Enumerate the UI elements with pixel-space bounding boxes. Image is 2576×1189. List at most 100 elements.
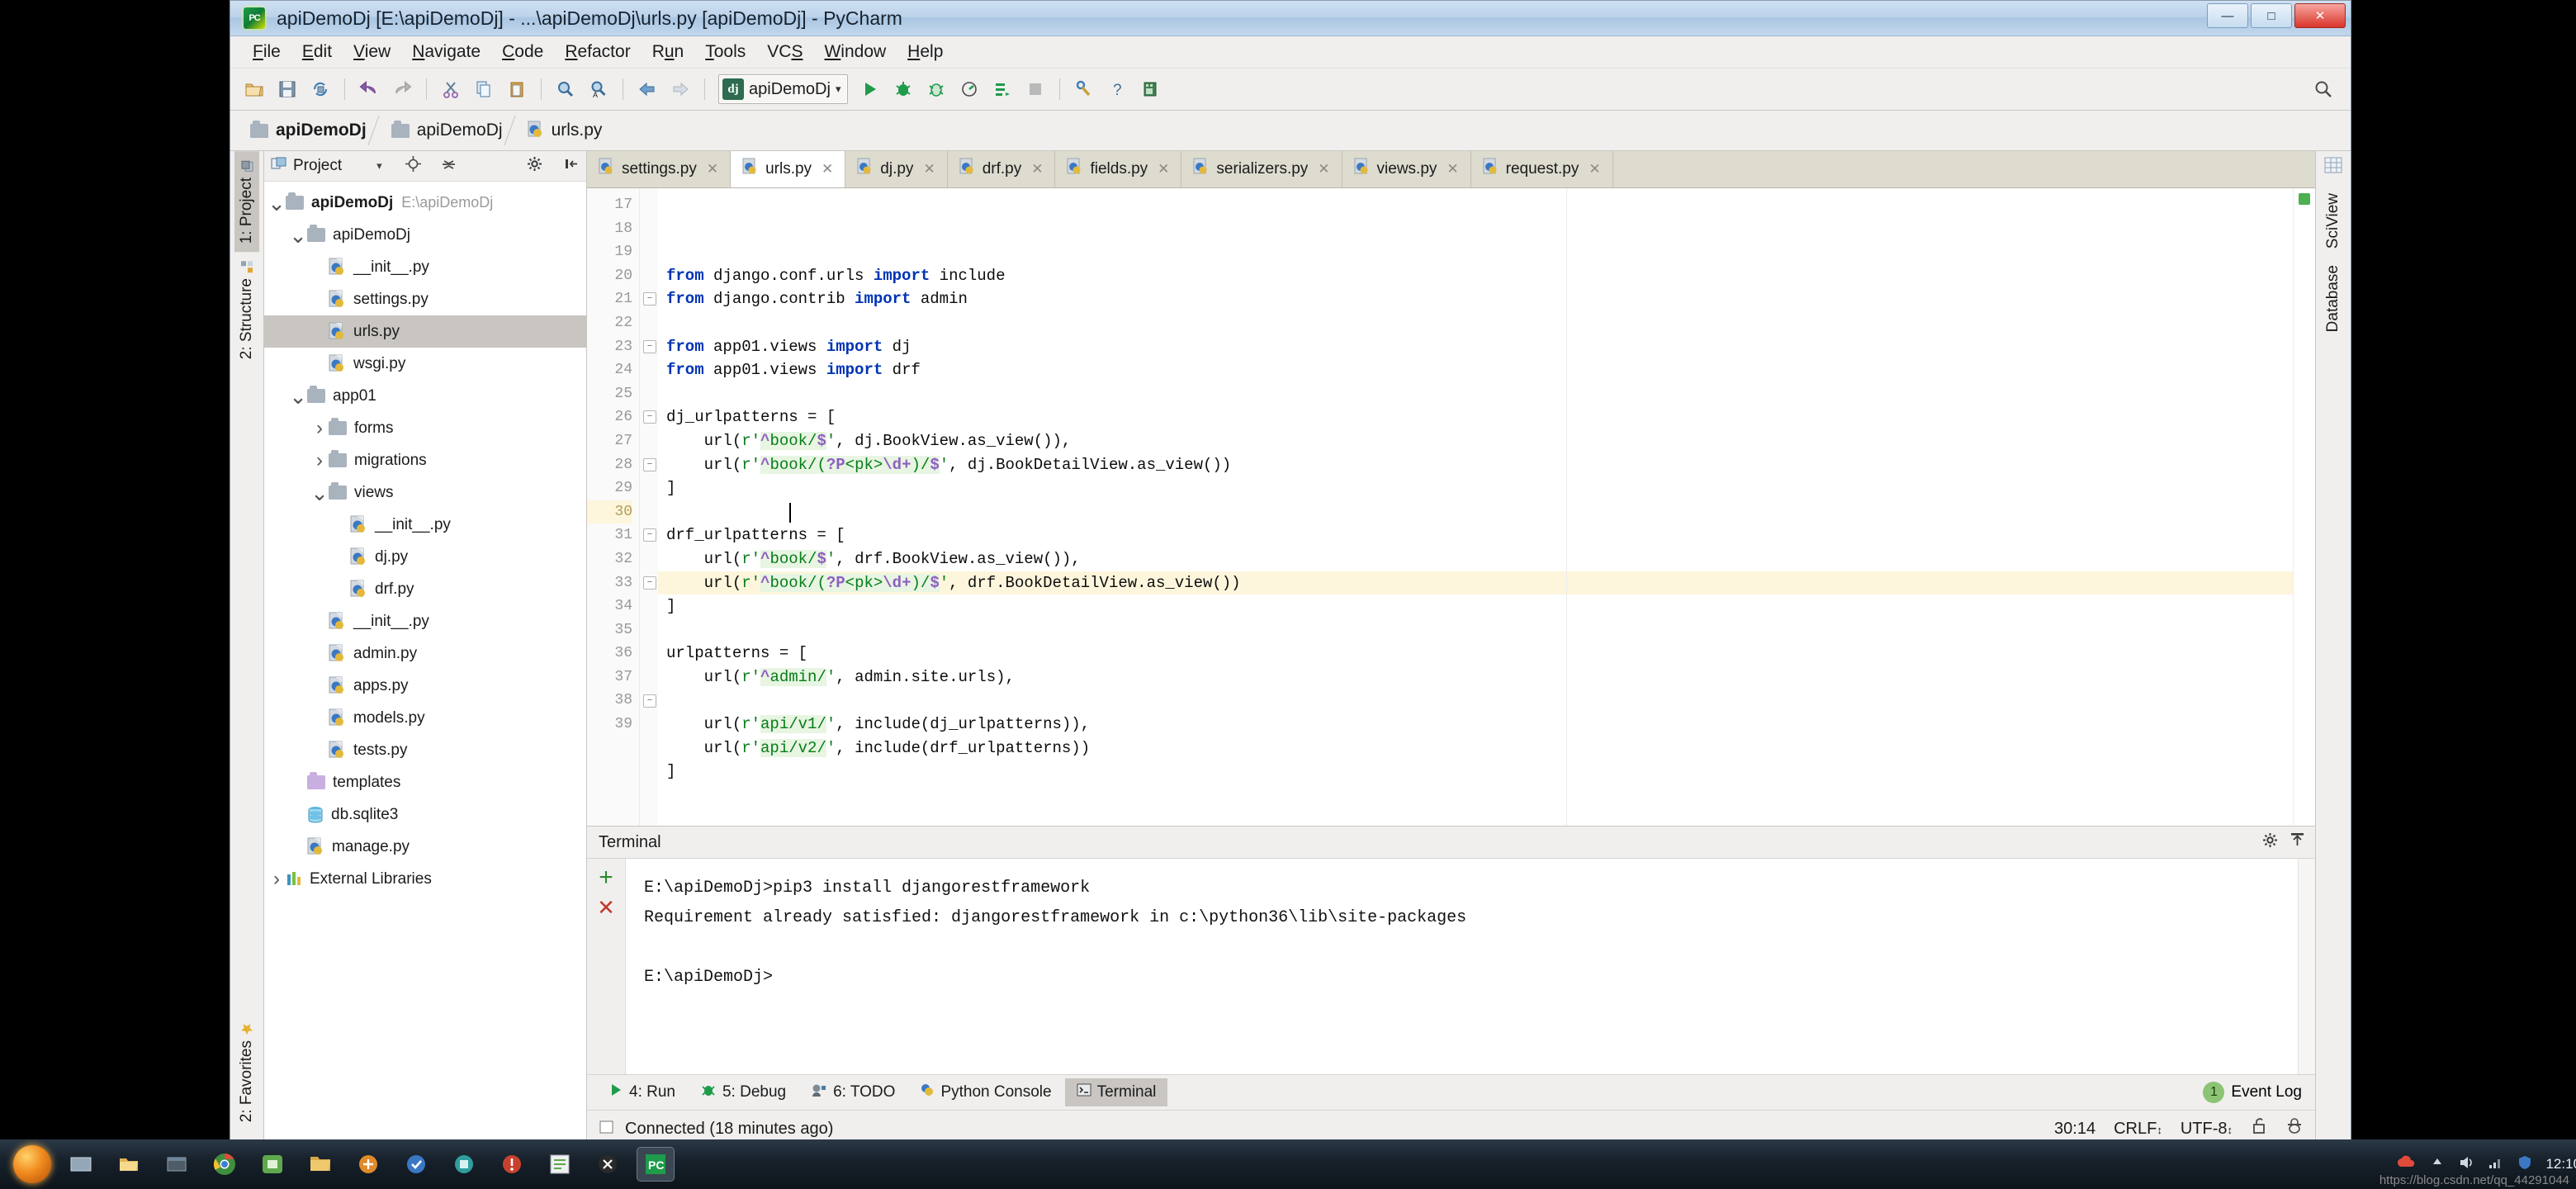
clock-time[interactable]: 12:10 xyxy=(2545,1156,2576,1172)
code-line[interactable]: ] xyxy=(658,760,2293,784)
folder-yellow-icon[interactable] xyxy=(302,1148,339,1181)
cut-icon[interactable] xyxy=(435,73,466,105)
close-button[interactable]: ✕ xyxy=(2294,3,2346,28)
chevron-down-icon[interactable]: ⌄ xyxy=(289,386,307,407)
back-icon[interactable] xyxy=(632,73,663,105)
editor-tab-urls-py[interactable]: urls.py ✕ xyxy=(731,151,846,187)
fold-marker[interactable]: − xyxy=(643,457,656,471)
tree-item[interactable]: › migrations xyxy=(264,444,586,476)
fold-marker[interactable]: − xyxy=(643,339,656,353)
menu-item-edit[interactable]: Edit xyxy=(291,40,343,64)
tool-window-button-5-debug[interactable]: 5: Debug xyxy=(689,1078,798,1106)
gear-icon[interactable] xyxy=(527,156,542,176)
help-icon[interactable]: ? xyxy=(1101,73,1133,105)
cloud-icon[interactable] xyxy=(2395,1154,2417,1175)
chrome-icon[interactable] xyxy=(206,1148,243,1181)
pycharm-icon[interactable]: PC xyxy=(637,1147,675,1182)
close-tab-icon[interactable]: ✕ xyxy=(1447,161,1458,178)
database-icon[interactable] xyxy=(1134,73,1166,105)
hide-icon[interactable] xyxy=(2290,832,2305,852)
code-line[interactable] xyxy=(658,500,2293,524)
error-stripe[interactable] xyxy=(2293,188,2315,826)
code-line[interactable] xyxy=(658,311,2293,335)
menu-item-navigate[interactable]: Navigate xyxy=(401,40,491,64)
stop-icon[interactable] xyxy=(1020,73,1051,105)
code-line[interactable]: from app01.views import drf xyxy=(658,358,2293,382)
editor-icon[interactable] xyxy=(542,1148,578,1181)
run-with-console-icon[interactable] xyxy=(987,73,1018,105)
code-line[interactable]: from django.contrib import admin xyxy=(658,287,2293,311)
app-red-icon[interactable] xyxy=(494,1148,530,1181)
chevron-down-icon[interactable]: ⌄ xyxy=(268,192,286,214)
sidebar-item-structure[interactable]: 2: Structure xyxy=(234,252,259,367)
close-tab-icon[interactable]: ✕ xyxy=(1158,161,1169,178)
file-explorer-icon[interactable] xyxy=(111,1148,147,1181)
code-line[interactable]: url(r'^book/(?P<pk>\d+)/$', dj.BookDetai… xyxy=(658,453,2293,477)
sidebar-item-favorites[interactable]: 2: Favorites xyxy=(234,1014,259,1130)
gear-icon[interactable] xyxy=(2262,832,2278,852)
fold-marker[interactable]: − xyxy=(643,694,656,708)
sidebar-item-sciview[interactable]: SciView xyxy=(2321,185,2346,257)
event-log-button[interactable]: 1 Event Log xyxy=(2203,1082,2302,1103)
chevron-right-icon[interactable]: › xyxy=(310,418,329,438)
redo-icon[interactable] xyxy=(386,73,418,105)
settings-wrench-icon[interactable] xyxy=(1068,73,1100,105)
debug-icon[interactable] xyxy=(888,73,919,105)
tree-item[interactable]: ⌄ apiDemoDj xyxy=(264,219,586,251)
tool-window-button-4-run[interactable]: 4: Run xyxy=(597,1078,687,1106)
locate-icon[interactable] xyxy=(405,156,421,176)
menu-item-file[interactable]: File xyxy=(242,40,291,64)
editor-tab-drf-py[interactable]: drf.py ✕ xyxy=(947,151,1056,187)
hector-icon[interactable] xyxy=(2285,1117,2304,1140)
code-line[interactable]: url(r'api/v2/', include(drf_urlpatterns)… xyxy=(658,737,2293,760)
line-separator-selector[interactable]: CRLF↕ xyxy=(2114,1120,2162,1139)
tree-item[interactable]: tests.py xyxy=(264,734,586,766)
chevron-down-icon[interactable]: ▾ xyxy=(376,159,382,173)
menu-item-vcs[interactable]: VCS xyxy=(756,40,813,64)
tree-item[interactable]: ⌄ apiDemoDj E:\apiDemoDj xyxy=(264,187,586,219)
code-content[interactable]: from django.conf.urls import include from… xyxy=(658,188,2293,826)
project-tree[interactable]: ⌄ apiDemoDj E:\apiDemoDj ⌄ apiDemoDj __init__… xyxy=(264,182,586,1147)
app-teal-icon[interactable] xyxy=(446,1148,482,1181)
task-view-icon[interactable] xyxy=(63,1148,99,1181)
tree-item[interactable]: apps.py xyxy=(264,670,586,702)
minimize-button[interactable]: — xyxy=(2207,3,2248,28)
close-tab-icon[interactable]: ✕ xyxy=(822,161,833,178)
tool-window-button-terminal[interactable]: Terminal xyxy=(1064,1078,1168,1106)
tree-item[interactable]: ⌄ app01 xyxy=(264,380,586,412)
sciview-grid-icon[interactable] xyxy=(2323,156,2343,178)
fold-marker[interactable]: − xyxy=(643,528,656,542)
tree-item[interactable]: dj.py xyxy=(264,541,586,573)
code-line[interactable] xyxy=(658,689,2293,713)
terminal-scrollbar[interactable] xyxy=(2298,859,2315,1074)
close-tab-icon[interactable]: ✕ xyxy=(1589,161,1600,178)
network-icon[interactable] xyxy=(2488,1155,2504,1174)
menu-item-run[interactable]: Run xyxy=(642,40,695,64)
menu-item-window[interactable]: Window xyxy=(813,40,897,64)
close-tab-icon[interactable]: ✕ xyxy=(1318,161,1329,178)
tool-window-button-python-console[interactable]: Python Console xyxy=(908,1078,1063,1106)
save-all-icon[interactable] xyxy=(272,73,303,105)
tree-item[interactable]: templates xyxy=(264,766,586,798)
close-tab-icon[interactable]: ✕ xyxy=(1031,161,1043,178)
volume-icon[interactable] xyxy=(2458,1155,2474,1174)
tree-item[interactable]: settings.py xyxy=(264,283,586,315)
menu-item-view[interactable]: View xyxy=(343,40,401,64)
tree-item[interactable]: wsgi.py xyxy=(264,348,586,380)
fold-marker[interactable]: − xyxy=(643,576,656,590)
tree-item[interactable]: models.py xyxy=(264,702,586,734)
window-icon[interactable] xyxy=(159,1148,195,1181)
chevron-right-icon[interactable]: › xyxy=(310,450,329,470)
maximize-button[interactable]: □ xyxy=(2251,3,2292,28)
start-orb-icon[interactable] xyxy=(13,1145,51,1183)
code-line[interactable]: ] xyxy=(658,476,2293,500)
breadcrumb-item-apiDemoDj[interactable]: apiDemoDj xyxy=(242,111,372,150)
app-black-icon[interactable] xyxy=(590,1148,626,1181)
tree-item[interactable]: urls.py xyxy=(264,315,586,348)
tree-item[interactable]: __init__.py xyxy=(264,605,586,637)
breadcrumb-item-urls-py[interactable]: urls.py xyxy=(519,111,608,150)
copy-icon[interactable] xyxy=(468,73,500,105)
chevron-down-icon[interactable]: ⌄ xyxy=(310,482,329,504)
code-line[interactable] xyxy=(658,382,2293,406)
code-line[interactable]: url(r'^book/$', dj.BookView.as_view()), xyxy=(658,429,2293,453)
